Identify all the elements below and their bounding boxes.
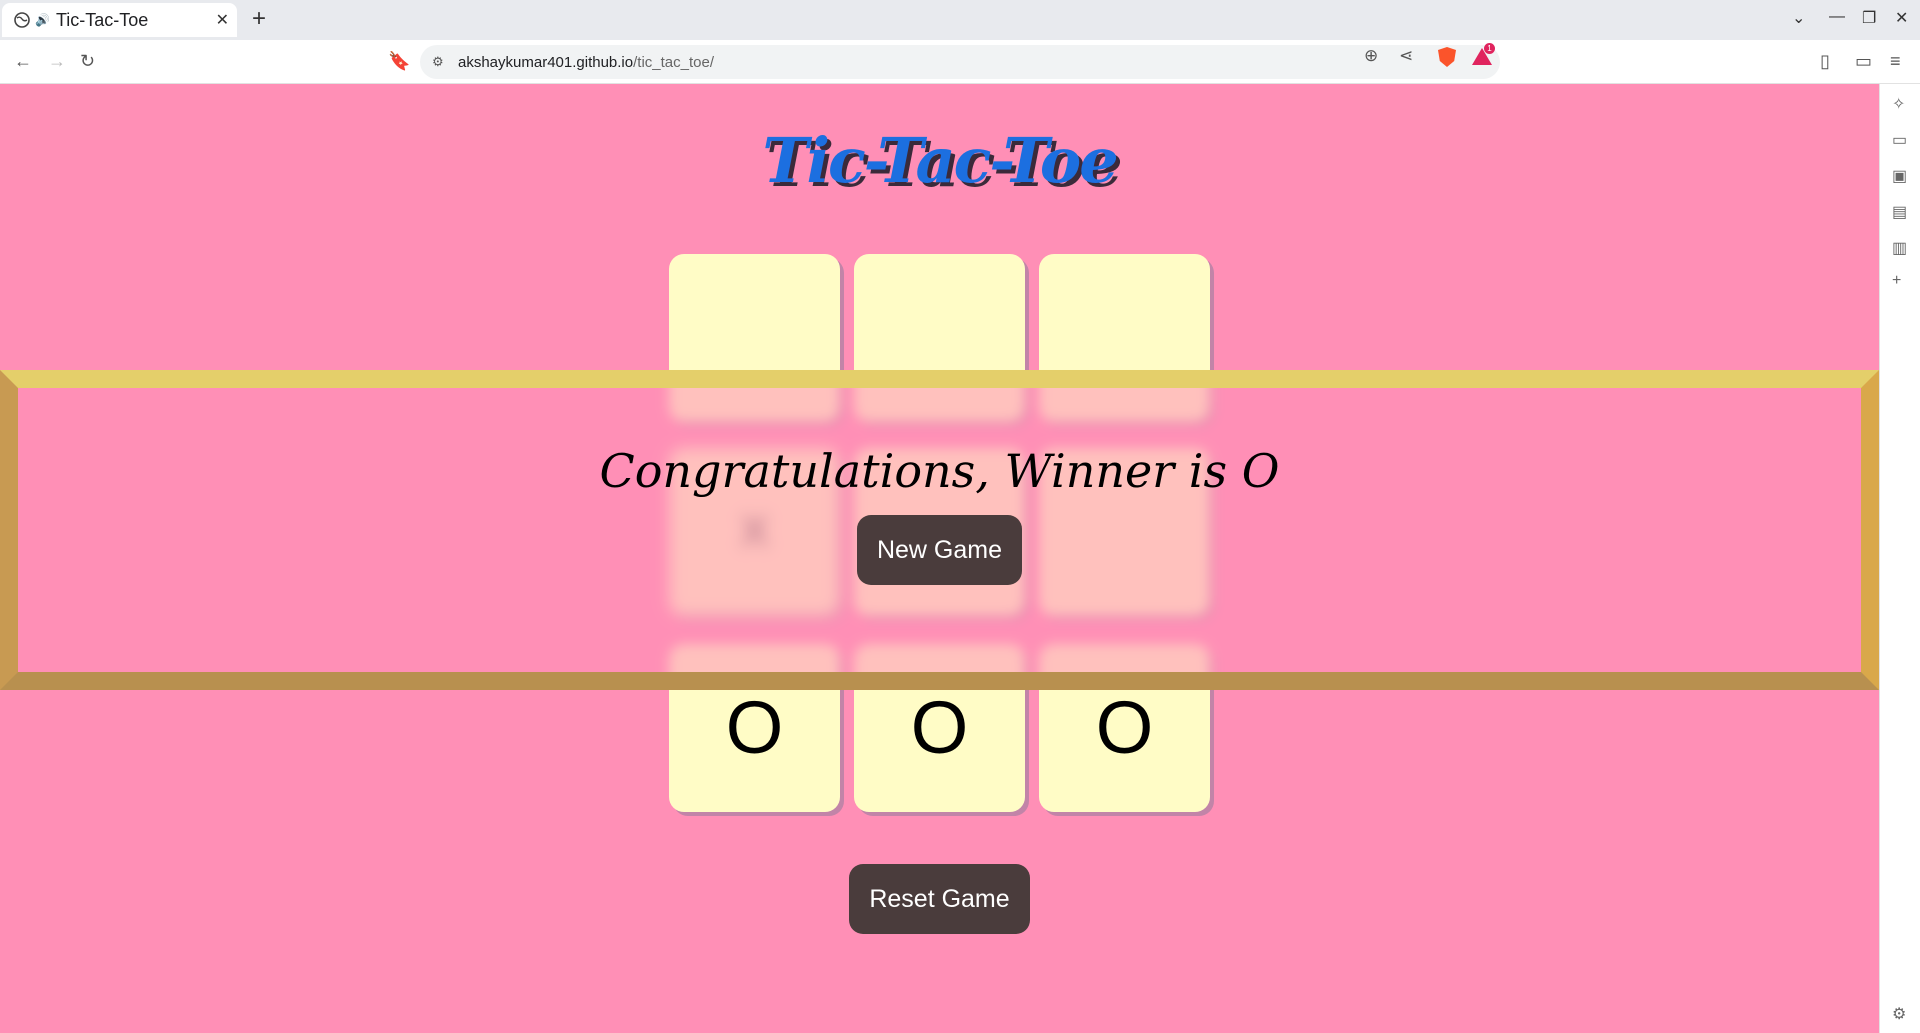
reading-list-icon[interactable]: ▥ — [1892, 238, 1907, 258]
reload-icon[interactable]: ↻ — [80, 50, 95, 72]
close-tab-icon[interactable]: ✕ — [216, 10, 229, 30]
url-host: akshaykumar401.github.io — [458, 53, 634, 71]
bookmark-icon[interactable]: 🔖 — [388, 50, 410, 72]
minimize-button[interactable]: — — [1829, 8, 1845, 26]
share-icon[interactable]: ⋖ — [1399, 46, 1413, 66]
tab-bar: 🔊 Tic-Tac-Toe ✕ + ⌄ — ❐ ✕ — [0, 0, 1920, 40]
zoom-icon[interactable]: ⊕ — [1364, 46, 1378, 66]
site-info-icon[interactable]: ⚙ — [432, 54, 444, 70]
leo-ai-icon[interactable]: ✧ — [1892, 94, 1905, 114]
restore-button[interactable]: ❐ — [1862, 8, 1876, 28]
tab-tic-tac-toe[interactable]: 🔊 Tic-Tac-Toe ✕ — [2, 3, 237, 37]
side-panel: ✧ ▭ ▣ ▤ ▥ + ⚙ — [1879, 84, 1920, 1033]
wallet-icon[interactable]: ▭ — [1855, 50, 1872, 72]
speaker-icon[interactable]: 🔊 — [35, 13, 50, 27]
forward-icon[interactable]: → — [48, 50, 66, 72]
talk-icon[interactable]: ▭ — [1892, 130, 1907, 150]
new-tab-button[interactable]: + — [252, 6, 266, 32]
rewards-badge: 1 — [1484, 43, 1495, 54]
tab-title: Tic-Tac-Toe — [55, 9, 149, 30]
url-path: /tic_tac_toe/ — [633, 53, 714, 71]
back-icon[interactable]: ← — [14, 50, 32, 72]
settings-icon[interactable]: ⚙ — [1892, 1004, 1906, 1024]
winner-message: Congratulations, Winner is O — [599, 444, 1280, 498]
new-game-button[interactable]: New Game — [857, 515, 1022, 585]
globe-icon — [14, 12, 30, 28]
address-bar[interactable]: ⚙ akshaykumar401.github.io/tic_tac_toe/ — [420, 45, 1500, 79]
add-panel-icon[interactable]: + — [1892, 272, 1901, 290]
tab-list-chevron-icon[interactable]: ⌄ — [1792, 8, 1805, 28]
sidebar-toggle-icon[interactable]: ▯ — [1820, 50, 1830, 72]
bookmarks-side-icon[interactable]: ▤ — [1892, 202, 1907, 222]
game-page: Tic-Tac-Toe X O O O Reset Game Congratul… — [0, 84, 1879, 1033]
menu-icon[interactable]: ≡ — [1890, 50, 1901, 72]
reset-game-button[interactable]: Reset Game — [849, 864, 1030, 934]
game-title: Tic-Tac-Toe — [762, 124, 1118, 197]
browser-toolbar: ← → ↻ 🔖 ⚙ akshaykumar401.github.io/tic_t… — [0, 40, 1920, 84]
wallet-side-icon[interactable]: ▣ — [1892, 166, 1907, 186]
close-window-button[interactable]: ✕ — [1895, 8, 1908, 28]
